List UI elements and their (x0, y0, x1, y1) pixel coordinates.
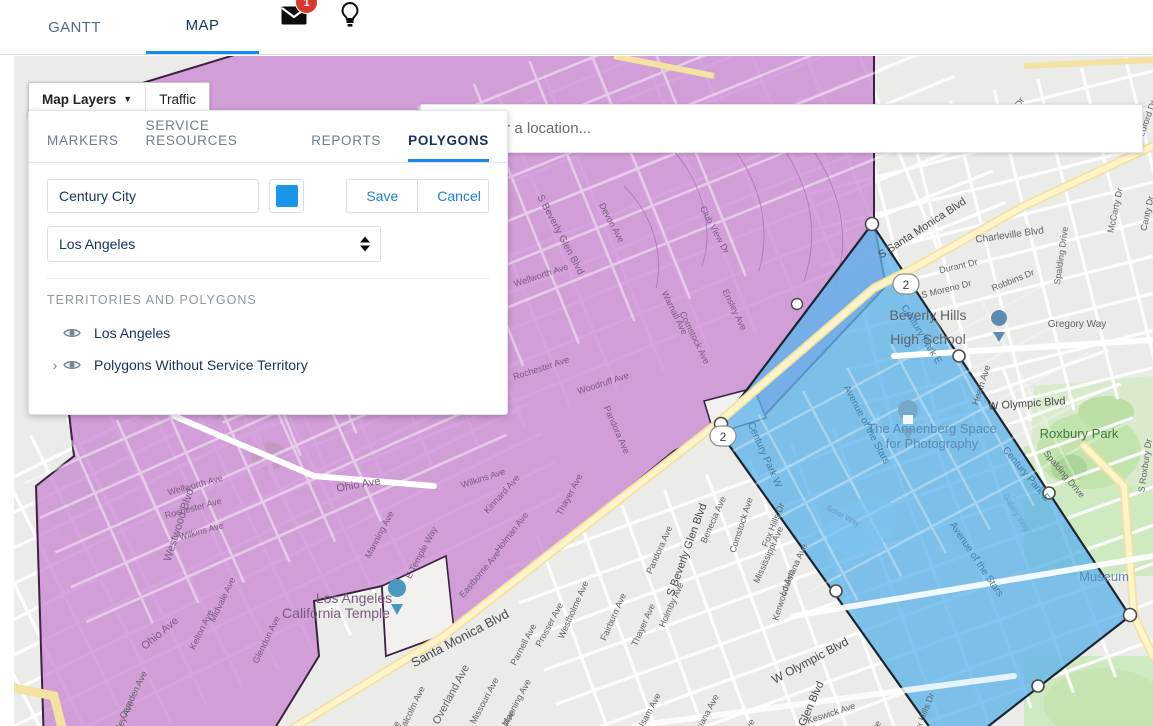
map-label: for Photography (886, 436, 979, 451)
lightbulb-icon[interactable] (337, 2, 363, 28)
tree-item-polygons-without-service-territory[interactable]: › Polygons Without Service Territory (47, 349, 489, 381)
traffic-label: Traffic (159, 92, 196, 107)
tab-reports[interactable]: REPORTS (311, 133, 381, 162)
territory-select-value: Los Angeles (59, 236, 136, 252)
polygon-edit-row: Save Cancel (29, 163, 507, 213)
location-search-input[interactable]: Search for a location... (420, 104, 1143, 153)
top-navigation: GANTT MAP 1 (0, 0, 1153, 55)
territories-tree: Los Angeles › Polygons Without Service T… (29, 307, 507, 381)
chevron-up-icon (360, 236, 370, 243)
map-label: The Annenberg Space (867, 421, 996, 436)
map-app: Los AngelesMildredLe Conte AveHilgard Av… (0, 0, 1153, 726)
territories-section-title: TERRITORIES AND POLYGONS (47, 293, 257, 307)
tab-service-resources[interactable]: SERVICE RESOURCES (146, 118, 285, 162)
chevron-right-icon[interactable]: › (47, 358, 63, 373)
tab-map[interactable]: MAP (146, 0, 259, 54)
eye-glyph (63, 329, 81, 337)
tab-gantt-label: GANTT (48, 18, 101, 36)
panel-tabs: MARKERS SERVICE RESOURCES REPORTS POLYGO… (29, 111, 507, 163)
save-button-label: Save (366, 188, 399, 204)
tree-item-label: Los Angeles (94, 325, 171, 341)
chevron-down-icon: ▼ (123, 94, 133, 104)
eye-glyph (63, 361, 81, 369)
route-shield: 2 (892, 273, 920, 295)
route-shield: 2 (709, 425, 737, 447)
tab-markers[interactable]: MARKERS (47, 133, 119, 162)
chevron-down-icon (360, 245, 370, 252)
polygon-color-swatch (275, 185, 298, 207)
tab-map-label: MAP (185, 17, 220, 34)
nav-icon-group: 1 (281, 0, 363, 54)
map-label: Roxbury Park (1040, 426, 1119, 441)
map-label: Los Angeles (316, 590, 392, 606)
tab-gantt[interactable]: GANTT (18, 0, 131, 54)
eye-icon[interactable] (63, 327, 81, 339)
tab-reports-label: REPORTS (311, 133, 382, 148)
tree-item-los-angeles[interactable]: Los Angeles (47, 317, 489, 349)
svg-text:2: 2 (903, 278, 910, 292)
tab-service-resources-label: SERVICE RESOURCES (145, 118, 238, 148)
tab-markers-label: MARKERS (47, 133, 119, 148)
svg-text:2: 2 (720, 430, 727, 444)
lightbulb-glyph (341, 2, 359, 27)
territory-select[interactable]: Los Angeles (47, 226, 381, 262)
save-cancel-group: Save Cancel (346, 179, 489, 213)
map-label: Gregory Way (1048, 319, 1107, 330)
map-label: Museum (1079, 569, 1129, 584)
save-button[interactable]: Save (347, 180, 418, 212)
tree-item-label: Polygons Without Service Territory (94, 357, 308, 373)
map-layers-label: Map Layers (42, 92, 117, 107)
tab-polygons[interactable]: POLYGONS (408, 133, 489, 162)
territory-select-row: Los Angeles (29, 213, 507, 262)
eye-icon[interactable] (63, 359, 81, 371)
polygon-color-button[interactable] (269, 179, 305, 213)
spinner-icon[interactable] (360, 236, 370, 252)
cancel-button[interactable]: Cancel (417, 180, 489, 212)
cancel-button-label: Cancel (437, 188, 481, 204)
polygon-name-input[interactable] (47, 179, 260, 213)
envelope-icon[interactable]: 1 (281, 0, 318, 28)
map-label: California Temple (282, 605, 390, 621)
map-layers-panel: MARKERS SERVICE RESOURCES REPORTS POLYGO… (28, 110, 508, 415)
tab-polygons-label: POLYGONS (408, 133, 489, 148)
